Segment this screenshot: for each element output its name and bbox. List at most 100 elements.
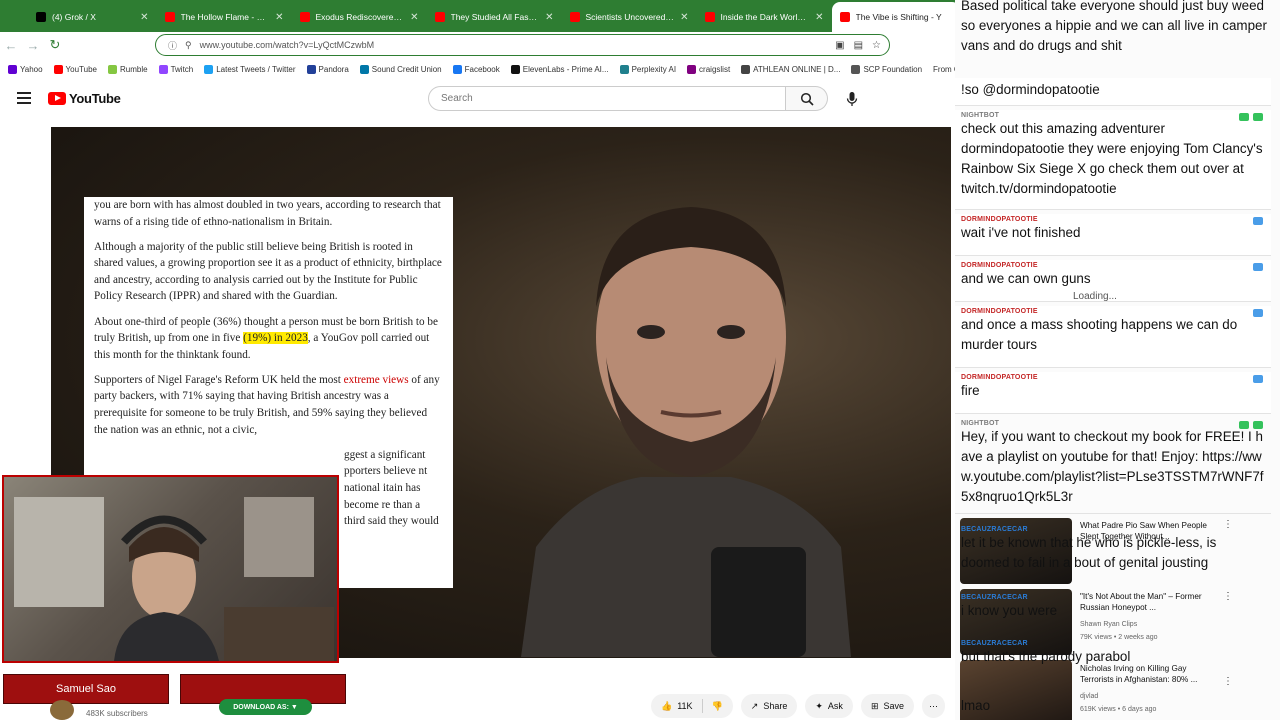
chat-message: NIGHTBOT check out this amazing adventur… xyxy=(955,110,1271,210)
hamburger-menu-icon[interactable] xyxy=(17,92,31,104)
chat-username: DORMINDOPATOOTIE xyxy=(961,262,1038,269)
article-paragraph: Supporters of Nigel Farage's Reform UK h… xyxy=(94,373,440,436)
mod-badge-icon xyxy=(1239,421,1249,429)
address-bar[interactable]: ⓘ ⚲ www.youtube.com/watch?v=LyQctMCzwbM … xyxy=(155,34,890,56)
close-icon[interactable]: ✕ xyxy=(545,12,553,23)
reload-icon[interactable]: ↻ xyxy=(44,37,66,53)
search-input[interactable]: Search xyxy=(428,86,786,111)
stream-chat-overlay: What Padre Pio Saw When People Slept Tog… xyxy=(955,0,1280,720)
tab-dark-world[interactable]: Inside the Dark World of th✕ xyxy=(697,2,832,32)
tab-grok[interactable]: (4) Grok / X ✕ xyxy=(28,2,157,32)
tab-fasting[interactable]: They Studied All Fasting Le✕ xyxy=(427,2,562,32)
bookmark-sound-credit[interactable]: Sound Credit Union xyxy=(359,64,442,74)
bookmark-pandora[interactable]: Pandora xyxy=(306,64,349,74)
close-icon[interactable]: ✕ xyxy=(410,12,418,23)
twitch-icon xyxy=(158,64,168,74)
pip-icon[interactable]: ▣ xyxy=(835,40,844,51)
youtube-icon xyxy=(704,12,715,22)
chat-message: DORMINDOPATOOTIE wait i've not finished xyxy=(955,214,1271,256)
chat-username: DORMINDOPATOOTIE xyxy=(961,216,1038,223)
article-link: extreme views xyxy=(343,373,409,386)
forward-icon[interactable]: → xyxy=(22,38,44,53)
thumbs-up-icon: 👍 xyxy=(661,700,673,711)
webcam-overlay xyxy=(2,475,339,663)
bookmark-youtube[interactable]: YouTube xyxy=(53,64,97,74)
bookmark-twitter[interactable]: Latest Tweets / Twitter xyxy=(204,64,296,74)
chat-username: DORMINDOPATOOTIE xyxy=(961,308,1038,315)
info-icon[interactable]: ⓘ xyxy=(168,39,177,52)
search-button[interactable] xyxy=(786,86,828,111)
subscriber-count: 483K subscribers xyxy=(86,709,148,718)
youtube-icon xyxy=(53,64,63,74)
chat-username: NIGHTBOT xyxy=(961,420,1000,427)
share-button[interactable]: ↗ Share xyxy=(740,694,798,718)
more-actions-button[interactable]: ⋯ xyxy=(922,694,945,718)
credit-union-icon xyxy=(359,64,369,74)
tab-hollow-flame[interactable]: The Hollow Flame - Ethereal✕ xyxy=(157,2,292,32)
back-icon[interactable]: ← xyxy=(0,38,22,53)
tab-exodus[interactable]: Exodus Rediscovered: Docu✕ xyxy=(292,2,427,32)
cast-icon[interactable]: ▤ xyxy=(854,40,863,51)
subscriber-badge-icon xyxy=(1253,375,1263,383)
yahoo-icon xyxy=(8,64,17,74)
article-paragraph: you are born with has almost doubled in … xyxy=(94,199,441,228)
youtube-icon xyxy=(839,12,850,22)
presenter-figure xyxy=(521,207,851,657)
chat-username: BECAUZRACECAR xyxy=(961,594,1028,601)
mod-badge-icon xyxy=(1239,113,1249,121)
like-button[interactable]: 👍 11K 👎 xyxy=(651,694,733,718)
bookmark-icon: ⊞ xyxy=(870,700,879,711)
webcam-scene xyxy=(14,497,334,661)
bookmark-scp[interactable]: SCP Foundation xyxy=(851,64,922,74)
subscriber-badge-icon xyxy=(1253,263,1263,271)
globe-icon xyxy=(851,64,861,74)
tab-scientists[interactable]: Scientists Uncovered the #1✕ xyxy=(562,2,697,32)
globe-icon xyxy=(741,64,751,74)
tab-vibe-shifting[interactable]: The Vibe is Shifting - Y xyxy=(831,2,960,32)
youtube-logo[interactable]: YouTube xyxy=(48,91,121,106)
youtube-icon xyxy=(299,12,310,22)
chat-username: DORMINDOPATOOTIE xyxy=(961,374,1038,381)
divider xyxy=(701,699,703,713)
bookmark-yahoo[interactable]: Yahoo xyxy=(8,64,43,74)
bookmark-facebook[interactable]: Facebook xyxy=(452,64,500,74)
more-icon: ⋯ xyxy=(929,700,938,711)
verified-badge-icon xyxy=(1253,113,1263,121)
save-button[interactable]: ⊞ Save xyxy=(860,694,914,718)
bookmark-craigslist[interactable]: craigslist xyxy=(687,64,730,74)
channel-avatar[interactable] xyxy=(50,700,74,720)
close-icon[interactable]: ✕ xyxy=(140,12,148,23)
close-icon[interactable]: ✕ xyxy=(275,12,283,23)
facebook-icon xyxy=(452,64,462,74)
bookmark-perplexity[interactable]: Perplexity AI xyxy=(619,64,676,74)
bookmark-star-icon[interactable]: ☆ xyxy=(872,40,881,51)
voice-search-button[interactable] xyxy=(838,86,866,111)
close-icon[interactable]: ✕ xyxy=(815,12,823,23)
highlighted-text: (19%) in 2023 xyxy=(243,332,308,345)
bookmark-twitch[interactable]: Twitch xyxy=(158,64,193,74)
article-paragraph: Although a majority of the public still … xyxy=(94,240,442,303)
bookmark-athlean[interactable]: ATHLEAN ONLINE | D... xyxy=(741,64,840,74)
youtube-icon xyxy=(164,12,175,22)
chat-message: !so @dormindopatootie xyxy=(955,78,1271,106)
bookmark-elevenlabs[interactable]: ElevenLabs - Prime AI... xyxy=(510,64,609,74)
close-icon[interactable]: ✕ xyxy=(680,12,688,23)
chat-message: lmao xyxy=(961,698,991,713)
microphone-icon xyxy=(846,91,858,106)
perplexity-icon xyxy=(619,64,629,74)
youtube-play-icon xyxy=(48,92,66,105)
chat-username: BECAUZRACECAR xyxy=(961,640,1028,647)
twitter-icon xyxy=(204,64,214,74)
verified-badge-icon xyxy=(1253,421,1263,429)
sparkle-icon: ✦ xyxy=(815,700,823,711)
streamer-name-plate: Samuel Sao xyxy=(3,674,169,704)
elevenlabs-icon xyxy=(510,64,520,74)
download-button[interactable]: DOWNLOAD AS: ▼ xyxy=(219,699,312,715)
chat-message: NIGHTBOT Hey, if you want to checkout my… xyxy=(955,418,1271,514)
craigslist-icon xyxy=(687,64,697,74)
ask-button[interactable]: ✦ Ask xyxy=(805,694,853,718)
site-settings-icon[interactable]: ⚲ xyxy=(185,40,192,51)
thumbs-down-icon[interactable]: 👎 xyxy=(712,701,723,712)
bookmark-rumble[interactable]: Rumble xyxy=(107,64,148,74)
tab-strip: (4) Grok / X✕ The Hollow Flame - Etherea… xyxy=(0,0,960,32)
